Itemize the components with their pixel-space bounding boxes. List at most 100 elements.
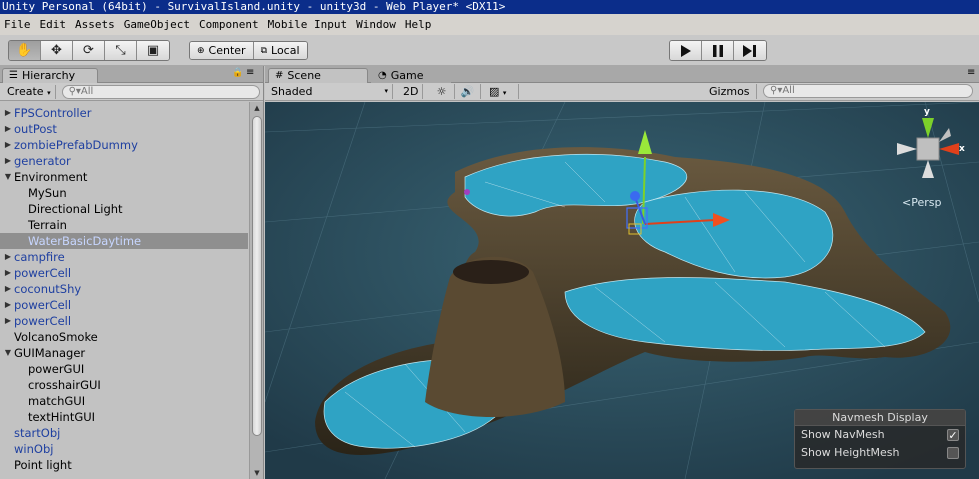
search-icon: ⚲▾ <box>770 85 783 96</box>
panel-menu-icon[interactable]: ≡ <box>246 67 254 78</box>
create-dropdown[interactable]: Create ▾ <box>3 84 56 99</box>
hierarchy-item-label: campfire <box>14 250 65 264</box>
move-tool-button[interactable]: ✥ <box>41 41 73 60</box>
hierarchy-item[interactable]: textHintGUI <box>0 409 248 425</box>
hierarchy-item[interactable]: ▼ GUIManager <box>0 345 248 361</box>
hierarchy-item[interactable]: MySun <box>0 185 248 201</box>
lock-icon[interactable]: 🔒 <box>232 68 243 78</box>
expand-arrow-icon[interactable]: ▶ <box>3 249 13 265</box>
gizmos-dropdown[interactable]: Gizmos ▾ <box>705 84 757 112</box>
scale-tool-button[interactable]: ⤡ <box>105 41 137 60</box>
hierarchy-scrollbar[interactable]: ▲ ▼ <box>249 102 263 479</box>
show-navmesh-row[interactable]: Show NavMesh ✓ <box>795 426 965 444</box>
playback-controls <box>669 40 767 61</box>
show-heightmesh-checkbox[interactable] <box>947 447 959 459</box>
menu-item-file[interactable]: File <box>4 18 31 31</box>
hierarchy-item[interactable]: ▶ generator <box>0 153 248 169</box>
expand-arrow-icon[interactable]: ▶ <box>3 137 13 153</box>
hierarchy-item-label: powerCell <box>14 298 72 312</box>
menu-item-assets[interactable]: Assets <box>75 18 115 31</box>
hierarchy-item[interactable]: WaterBasicDaytime <box>0 233 248 249</box>
hierarchy-item[interactable]: VolcanoSmoke <box>0 329 248 345</box>
scene-viewport[interactable]: y x <Persp Navmesh Display Show NavMesh … <box>265 102 979 479</box>
tab-game[interactable]: ◔ Game <box>371 68 451 83</box>
hierarchy-item[interactable]: ▶ coconutShy <box>0 281 248 297</box>
hierarchy-item[interactable]: ▶ powerCell <box>0 265 248 281</box>
hierarchy-item[interactable]: startObj <box>0 425 248 441</box>
effects-dropdown[interactable]: ▨ ▾ <box>485 84 519 99</box>
scene-tabstrip: # Scene ◔ Game ≡ <box>265 66 979 83</box>
expand-arrow-icon[interactable]: ▶ <box>3 153 13 169</box>
projection-label[interactable]: <Persp <box>902 196 941 209</box>
hierarchy-item[interactable]: powerGUI <box>0 361 248 377</box>
hand-tool-button[interactable]: ✋ <box>9 41 41 60</box>
hierarchy-item-label: powerCell <box>14 314 72 328</box>
hierarchy-item-label: VolcanoSmoke <box>14 330 98 344</box>
hierarchy-list: ▶ FPSController ▶ outPost ▶ zombiePrefabDummy… <box>0 102 248 479</box>
scroll-thumb[interactable] <box>252 116 262 436</box>
hierarchy-item[interactable]: ▶ campfire <box>0 249 248 265</box>
menu-item-gameobject[interactable]: GameObject <box>124 18 190 31</box>
dropdown-arrow-icon: ▾ <box>47 88 51 97</box>
hierarchy-item[interactable]: ▶ outPost <box>0 121 248 137</box>
hierarchy-item[interactable]: crosshairGUI <box>0 377 248 393</box>
hierarchy-item-label: crosshairGUI <box>28 378 101 392</box>
expand-arrow-icon[interactable]: ▶ <box>3 281 13 297</box>
show-heightmesh-row[interactable]: Show HeightMesh <box>795 444 965 462</box>
hierarchy-item[interactable]: matchGUI <box>0 393 248 409</box>
hierarchy-search-input[interactable]: ⚲▾All <box>61 84 260 99</box>
tab-hierarchy[interactable]: ☰ Hierarchy <box>2 68 98 83</box>
collapse-arrow-icon[interactable]: ▼ <box>3 169 13 185</box>
scene-search-input[interactable]: ⚲▾All <box>763 84 973 98</box>
hierarchy-item[interactable]: ▶ FPSController <box>0 105 248 121</box>
axis-x-label: x <box>959 144 965 154</box>
hierarchy-item[interactable]: Terrain <box>0 217 248 233</box>
menu-item-component[interactable]: Component <box>199 18 259 31</box>
pivot-local-button[interactable]: ⧉ Local <box>253 42 307 59</box>
axis-y-label: y <box>924 107 930 117</box>
dropdown-arrow-icon: ▾ <box>384 87 388 95</box>
menu-item-edit[interactable]: Edit <box>40 18 67 31</box>
hierarchy-item-label: WaterBasicDaytime <box>28 234 142 248</box>
show-navmesh-checkbox[interactable]: ✓ <box>947 429 959 441</box>
hierarchy-item-label: winObj <box>14 442 54 456</box>
hierarchy-item[interactable]: ▶ powerCell <box>0 297 248 313</box>
rotate-tool-button[interactable]: ⟳ <box>73 41 105 60</box>
volcano-crater <box>453 260 529 284</box>
shading-mode-dropdown[interactable]: Shaded ▾ <box>267 84 393 99</box>
search-icon: ⚲▾ <box>68 85 81 97</box>
pivot-toggles: ⊕ Center ⧉ Local <box>189 41 308 60</box>
hierarchy-item[interactable]: ▶ powerCell <box>0 313 248 329</box>
hierarchy-item[interactable]: winObj <box>0 441 248 457</box>
move-icon: ✥ <box>51 43 62 58</box>
2d-toggle[interactable]: 2D <box>399 84 423 99</box>
pivot-center-button[interactable]: ⊕ Center <box>190 42 254 59</box>
expand-arrow-icon[interactable]: ▶ <box>3 313 13 329</box>
panel-menu-icon[interactable]: ≡ <box>967 67 975 78</box>
expand-arrow-icon[interactable]: ▶ <box>3 297 13 313</box>
hierarchy-item[interactable]: Directional Light <box>0 201 248 217</box>
lighting-toggle-icon[interactable]: ☼ <box>429 84 455 99</box>
menu-item-mobile-input[interactable]: Mobile Input <box>268 18 347 31</box>
scroll-down-arrow-icon[interactable]: ▼ <box>251 468 263 478</box>
hierarchy-item-label: Terrain <box>28 218 67 232</box>
hierarchy-item[interactable]: ▼ Environment <box>0 169 248 185</box>
hierarchy-item[interactable]: ▶ zombiePrefabDummy <box>0 137 248 153</box>
expand-arrow-icon[interactable]: ▶ <box>3 105 13 121</box>
rect-tool-tool-button[interactable]: ▣ <box>137 41 169 60</box>
expand-arrow-icon[interactable]: ▶ <box>3 121 13 137</box>
audio-toggle-icon[interactable]: 🔊 <box>455 84 481 99</box>
menu-item-window[interactable]: Window <box>356 18 396 31</box>
hierarchy-item[interactable]: Point light <box>0 457 248 473</box>
tab-scene[interactable]: # Scene <box>268 68 368 83</box>
step-button[interactable] <box>734 41 766 60</box>
pause-button[interactable] <box>702 41 734 60</box>
expand-arrow-icon[interactable]: ▶ <box>3 265 13 281</box>
menu-item-help[interactable]: Help <box>405 18 432 31</box>
collapse-arrow-icon[interactable]: ▼ <box>3 345 13 361</box>
list-icon: ☰ <box>9 70 18 81</box>
hierarchy-item-label: MySun <box>28 186 67 200</box>
scroll-up-arrow-icon[interactable]: ▲ <box>251 103 263 113</box>
play-button[interactable] <box>670 41 702 60</box>
hierarchy-tabstrip: ☰ Hierarchy 🔒 ≡ <box>0 66 263 83</box>
